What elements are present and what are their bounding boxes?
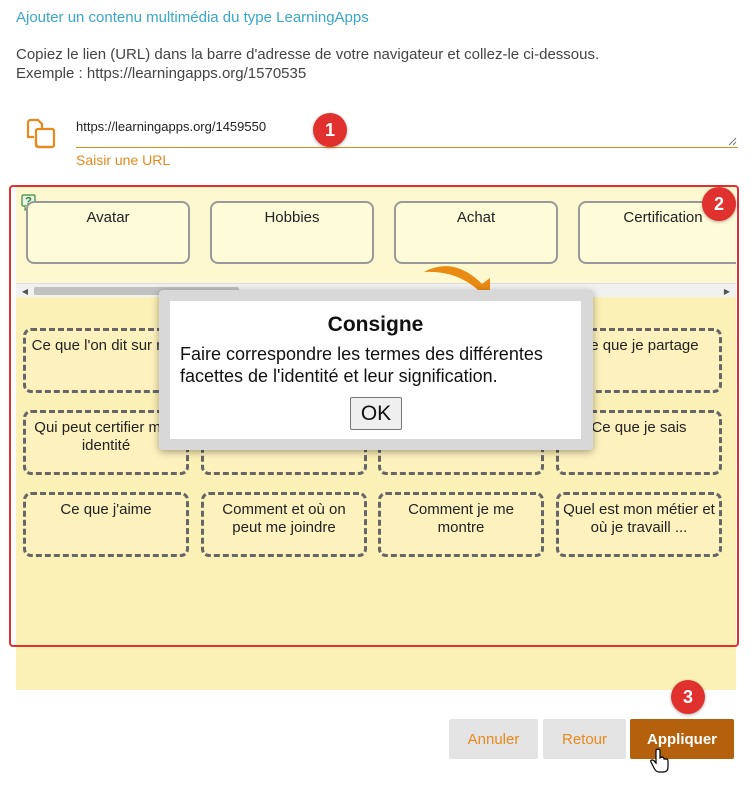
instruction-modal: Consigne Faire correspondre les termes d… xyxy=(159,290,593,450)
terms-bar: ? Avatar Hobbies Achat Certification xyxy=(16,187,736,283)
term-label: Hobbies xyxy=(264,209,320,226)
slot-label: Qui peut certifier mon identité xyxy=(34,419,178,454)
ok-button[interactable]: OK xyxy=(350,397,402,430)
dialog-title: Ajouter un contenu multimédia du type Le… xyxy=(16,9,369,26)
instruction-line-2: Exemple : https://learningapps.org/15705… xyxy=(16,65,307,82)
slot-label: Ce que j'aime xyxy=(60,501,152,518)
answer-slot[interactable]: Ce que j'aime xyxy=(23,492,189,557)
cancel-button[interactable]: Annuler xyxy=(449,719,538,759)
slot-label: Ce que je sais xyxy=(591,419,687,436)
instructions: Copiez le lien (URL) dans la barre d'adr… xyxy=(16,45,599,83)
term-card[interactable]: Hobbies xyxy=(210,201,374,264)
term-label: Avatar xyxy=(86,209,130,226)
step-badge-1: 1 xyxy=(313,113,347,147)
term-label: Certification xyxy=(623,209,703,226)
slot-label: Ce que je partage xyxy=(579,337,699,354)
modal-title: Consigne xyxy=(327,313,424,336)
answer-slot[interactable]: Comment je me montre xyxy=(378,492,544,557)
apply-button[interactable]: Appliquer xyxy=(630,719,734,759)
answer-slot[interactable]: Comment et où on peut me joindre xyxy=(201,492,367,557)
term-card[interactable]: Achat xyxy=(394,201,558,264)
step-badge-2: 2 xyxy=(702,187,736,221)
instruction-line-1: Copiez le lien (URL) dans la barre d'adr… xyxy=(16,46,600,63)
back-button[interactable]: Retour xyxy=(543,719,626,759)
term-card[interactable]: Avatar xyxy=(26,201,190,264)
term-label: Achat xyxy=(456,209,496,226)
scroll-left-icon[interactable]: ◀ xyxy=(18,284,32,298)
modal-body: Consigne Faire correspondre les termes d… xyxy=(170,301,581,439)
answer-slot[interactable]: Quel est mon métier et où je travaill ..… xyxy=(556,492,722,557)
copy-paste-icon xyxy=(26,118,56,149)
url-input[interactable]: https://learningapps.org/1459550 xyxy=(76,112,738,148)
step-badge-3: 3 xyxy=(671,680,705,714)
slot-label: Quel est mon métier et où je travaill ..… xyxy=(563,501,715,536)
scroll-right-icon[interactable]: ▶ xyxy=(720,284,734,298)
url-hint: Saisir une URL xyxy=(76,152,171,168)
slot-label: Comment je me montre xyxy=(408,501,514,536)
modal-text: Faire correspondre les termes des différ… xyxy=(180,344,543,386)
resize-grip-icon[interactable] xyxy=(728,137,737,146)
hand-cursor-icon xyxy=(650,748,669,773)
slot-label: Comment et où on peut me joindre xyxy=(222,501,346,536)
